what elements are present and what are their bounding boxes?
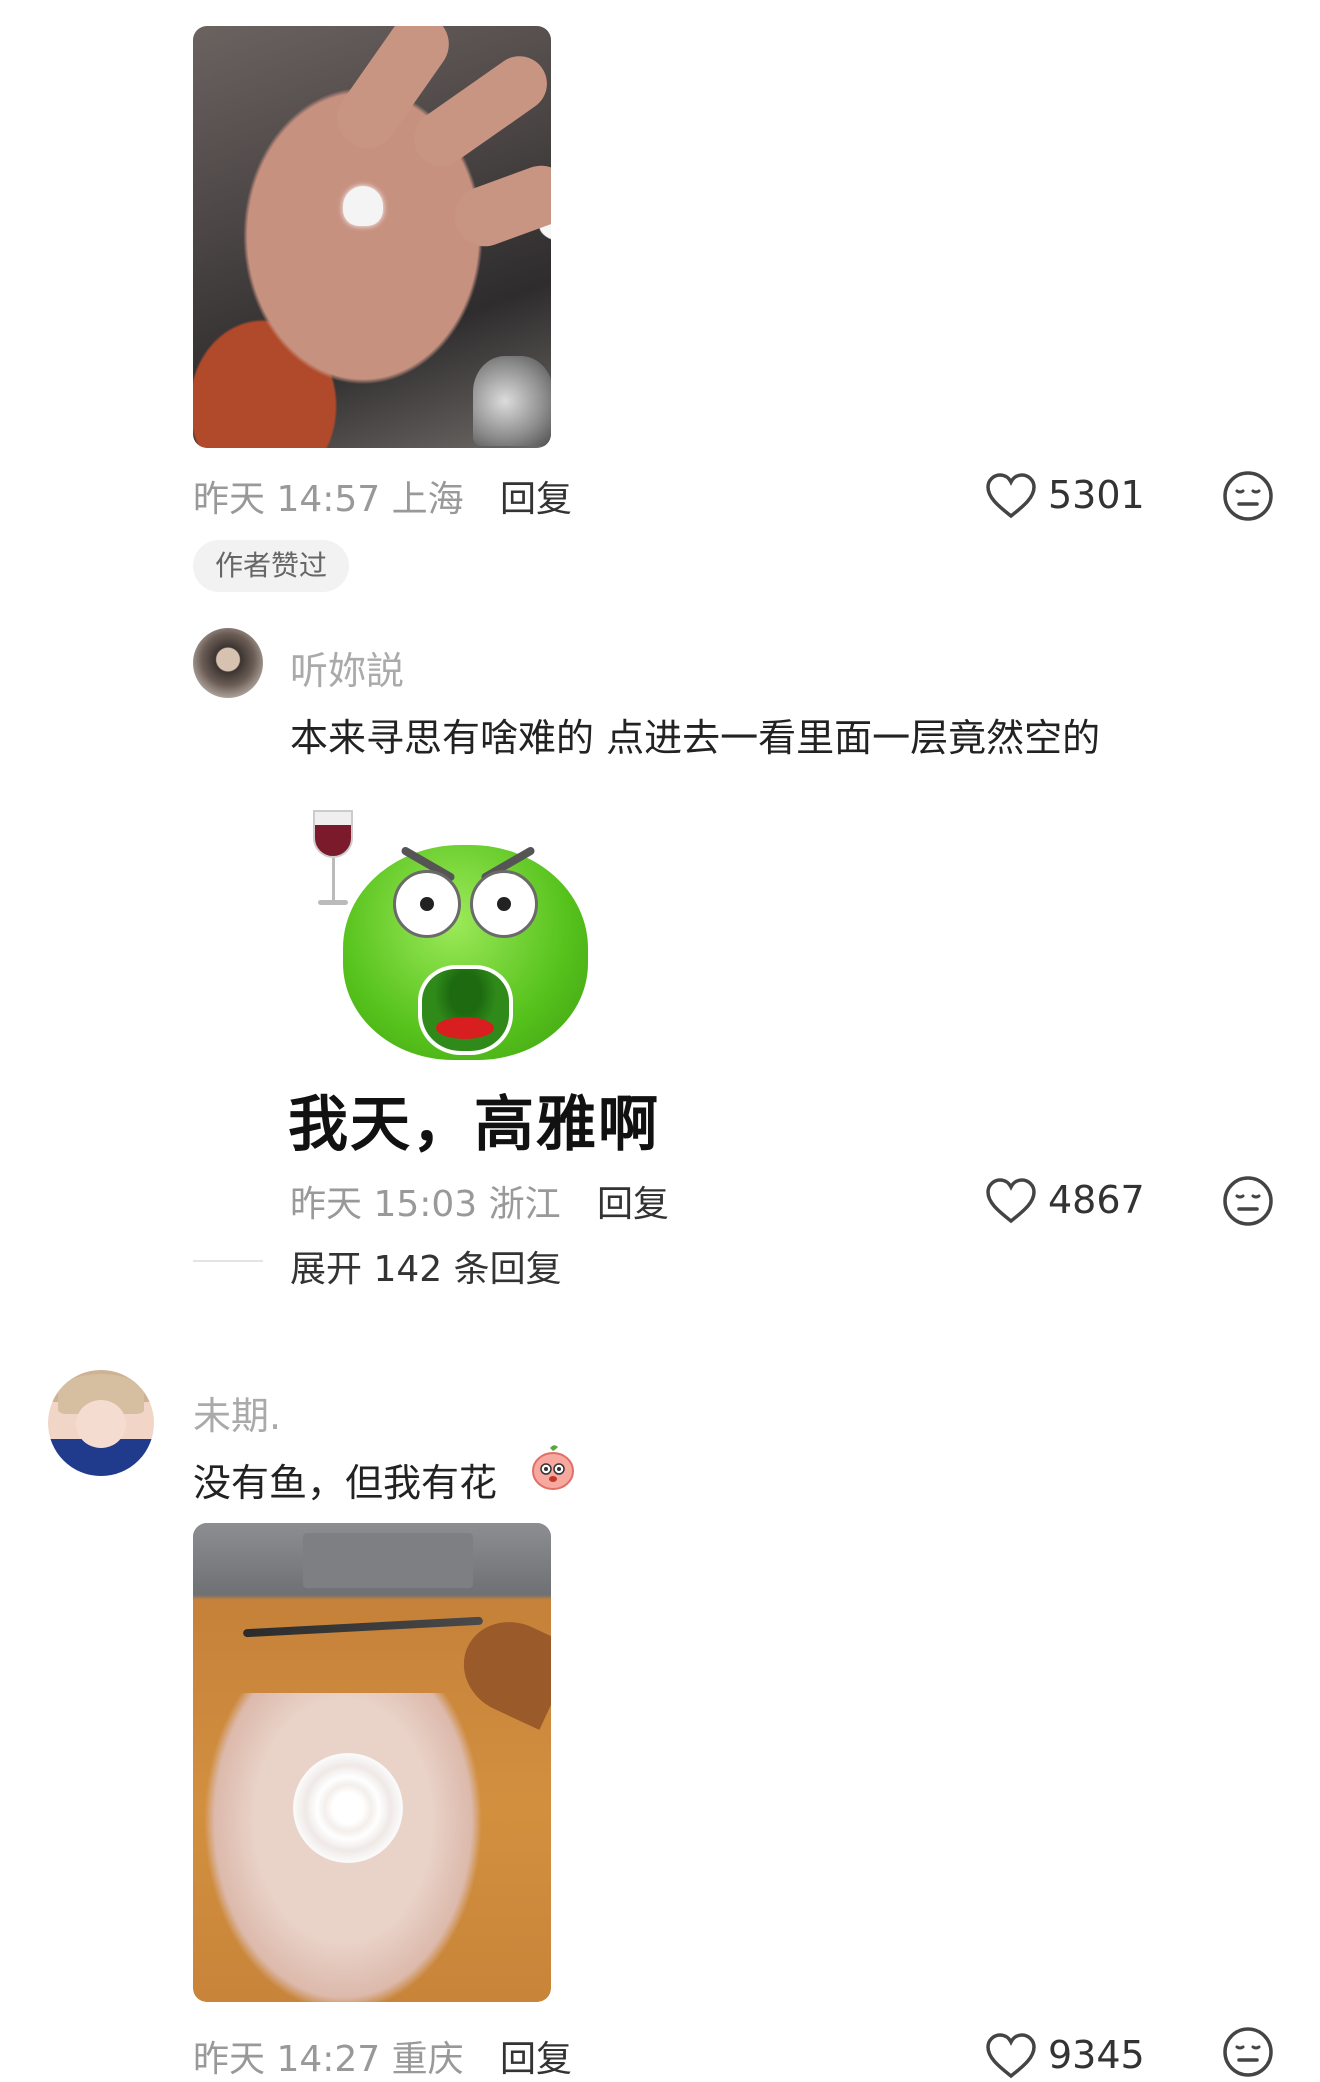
comment-time-location: 昨天 14:27 重庆 — [193, 2039, 464, 2080]
neutral-face-icon[interactable] — [1222, 470, 1274, 522]
like-count: 5301 — [1048, 473, 1145, 517]
comment-time-location: 昨天 14:57 上海 — [193, 479, 464, 520]
heart-outline-icon[interactable] — [985, 1177, 1037, 1225]
username[interactable]: 听妳説 — [290, 640, 404, 695]
sticker-caption: 我天，高雅啊 — [288, 1090, 660, 1160]
like-count: 4867 — [1048, 1178, 1145, 1222]
neutral-face-icon[interactable] — [1222, 2026, 1274, 2078]
peach-emoji-icon — [532, 1445, 574, 1490]
expand-replies-button[interactable]: 展开 142 条回复 — [290, 1240, 562, 1292]
comment-text: 本来寻思有啥难的 点进去一看里面一层竟然空的 — [290, 716, 1101, 760]
reply-button[interactable]: 回复 — [597, 1175, 669, 1227]
comment-photo[interactable] — [193, 1523, 551, 2002]
comment-photo[interactable] — [193, 26, 551, 448]
heart-outline-icon[interactable] — [985, 2032, 1037, 2080]
reply-button[interactable]: 回复 — [500, 470, 572, 522]
reply-button[interactable]: 回复 — [500, 2030, 572, 2082]
neutral-face-icon[interactable] — [1222, 1175, 1274, 1227]
thread-divider — [193, 1260, 263, 1262]
comment-time-location: 昨天 15:03 浙江 — [290, 1184, 561, 1225]
frog-sticker-image[interactable] — [288, 790, 648, 1090]
avatar[interactable] — [193, 628, 263, 698]
heart-outline-icon[interactable] — [985, 472, 1037, 520]
avatar[interactable] — [48, 1370, 154, 1476]
username[interactable]: 未期. — [193, 1385, 281, 1440]
comment-text: 没有鱼，但我有花 — [193, 1461, 498, 1505]
author-liked-badge: 作者赞过 — [193, 540, 350, 592]
like-count: 9345 — [1048, 2033, 1145, 2077]
